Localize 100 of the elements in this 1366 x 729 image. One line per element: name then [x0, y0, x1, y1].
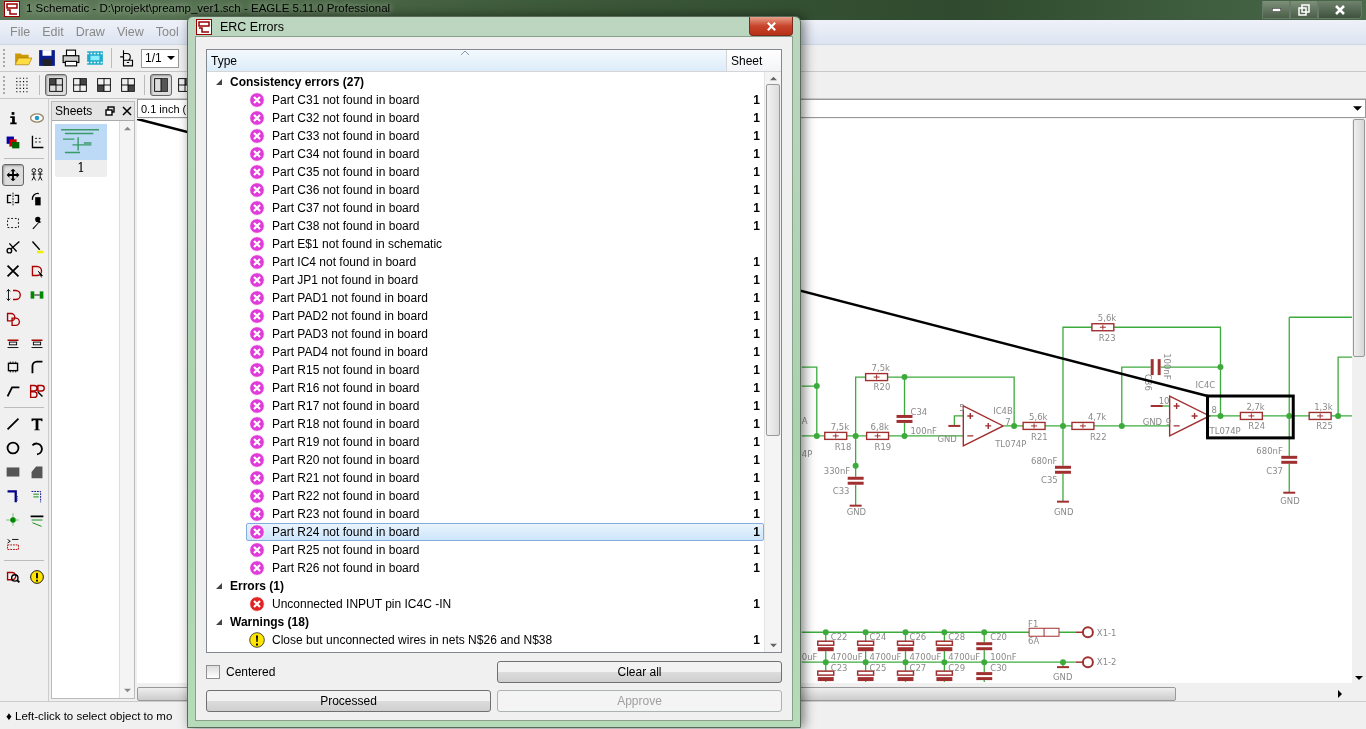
error-text: Part PAD2 not found in board: [272, 309, 428, 323]
error-text: Part C31 not found in board: [272, 93, 420, 107]
part-label: C33: [832, 485, 850, 496]
sheet-number: 1: [77, 160, 85, 177]
part-label: 5,6k: [1097, 313, 1117, 324]
part-label: IC4C: [1195, 380, 1216, 391]
part-label: 330nF: [823, 465, 851, 476]
sheet-number: 1: [753, 453, 760, 467]
part-label: GND: [846, 506, 867, 517]
part-label: TL074P: [1209, 425, 1241, 436]
part-label: C30: [990, 663, 1007, 674]
sheet-number: 1: [753, 543, 760, 557]
part-label: C34: [910, 406, 928, 417]
error-text: Part E$1 not found in schematic: [272, 237, 443, 251]
error-text: Part R22 not found in board: [272, 489, 420, 503]
error-text: Part R25 not found in board: [272, 543, 420, 557]
sheet-number: 1: [753, 93, 760, 107]
part-label: 4,7k: [1087, 411, 1107, 422]
error-text: Part R20 not found in board: [272, 453, 420, 467]
part-label: C23: [830, 663, 848, 674]
part-label: GND: [1053, 672, 1073, 683]
part-label: C35: [1041, 474, 1058, 485]
sheet-number: 1: [753, 219, 760, 233]
sheet-number: 1: [753, 255, 760, 269]
error-text: Part R15 not found in board: [272, 363, 420, 377]
error-text: Close but unconnected wires in nets N$26 and N$38: [272, 633, 553, 647]
part-label: 100nF: [910, 425, 937, 436]
error-text: Part PAD4 not found in board: [272, 345, 428, 359]
part-label: 6,8k: [870, 421, 889, 432]
part-label: 9: [1165, 416, 1172, 427]
sheet-number: 1: [753, 147, 760, 161]
part-label: A: [801, 415, 808, 426]
sheet-number: 1: [753, 327, 760, 341]
sheet-number: 1: [753, 363, 760, 377]
part-label: 7,5k: [871, 363, 890, 374]
part-label: 5,6k: [1029, 411, 1048, 422]
sheet-number: 1: [753, 507, 760, 521]
error-text: Part PAD3 not found in board: [272, 327, 428, 341]
part-label: C25: [869, 663, 887, 674]
part-label: 7,5k: [830, 421, 850, 432]
part-label: 680nF: [1031, 455, 1058, 466]
error-text: Part C38 not found in board: [272, 219, 420, 233]
sheet-number: 1: [753, 399, 760, 413]
part-label: R25: [1316, 420, 1333, 431]
part-label: C36: [1142, 374, 1153, 391]
part-label: R24: [1248, 420, 1266, 431]
part-label: C29: [948, 663, 966, 674]
sheet-number: 1: [753, 471, 760, 485]
sheet-number: 1: [753, 489, 760, 503]
error-text: Part C35 not found in board: [272, 165, 420, 179]
error-text: Part JP1 not found in board: [272, 273, 419, 287]
sheet-number: 1: [753, 381, 760, 395]
part-label: R20: [873, 382, 891, 393]
part-label: C28: [948, 632, 966, 643]
part-label: 4P: [801, 448, 813, 459]
part-label: 680nF: [1256, 445, 1283, 456]
part-label: R21: [1031, 431, 1048, 442]
sheet-number: 1: [753, 165, 760, 179]
sheet-number: 1: [753, 129, 760, 143]
part-label: R22: [1089, 431, 1107, 442]
part-label: X1-2: [1096, 657, 1117, 668]
error-text: Part C34 not found in board: [272, 147, 420, 161]
part-label: X1-1: [1096, 628, 1117, 639]
part-label: IC4B: [993, 405, 1013, 416]
error-text: Part C36 not found in board: [272, 183, 420, 197]
part-label: C37: [1266, 465, 1284, 476]
sheet-number: 1: [753, 345, 760, 359]
part-label: C22: [830, 632, 848, 643]
part-label: 4700uF: [909, 652, 942, 663]
sheet-number: 1: [753, 273, 760, 287]
part-label: R18: [834, 441, 852, 452]
group-label: Warnings (18): [230, 615, 309, 629]
error-text: Part C32 not found in board: [272, 111, 420, 125]
error-text: Part R19 not found in board: [272, 435, 420, 449]
part-label: C20: [990, 632, 1007, 643]
part-label: GND: [1280, 495, 1300, 506]
error-text: Unconnected INPUT pin IC4C -IN: [272, 597, 452, 611]
group-label: Consistency errors (27): [230, 75, 365, 89]
part-label: GND: [1054, 506, 1074, 517]
sheet-number: 1: [753, 561, 760, 575]
panel-title: Sheets: [55, 104, 93, 118]
dialog-title: ERC Errors: [220, 19, 284, 34]
part-label: C26: [909, 632, 927, 643]
error-text: Part R16 not found in board: [272, 381, 420, 395]
error-text: Part R24 not found in board: [272, 525, 420, 539]
sheet-number: 1: [753, 525, 760, 539]
part-label: 5: [959, 402, 965, 413]
sheet-number: 1: [753, 633, 760, 647]
part-label: F1: [1028, 619, 1039, 630]
error-text: Part IC4 not found in board: [272, 255, 417, 269]
error-text: Part R23 not found in board: [272, 507, 420, 521]
sheet-number: 1: [753, 417, 760, 431]
part-label: GND: [937, 433, 957, 444]
part-label: GND: [1142, 416, 1163, 427]
error-text: Part R17 not found in board: [272, 399, 420, 413]
part-label: 10: [1158, 396, 1170, 406]
part-label: 2,7k: [1246, 401, 1265, 412]
window-title: 1 Schematic - D:\projekt\preamp_ver1.sch - EAGLE 5.11.0 Professional: [26, 1, 391, 15]
part-label: 100nF: [1161, 353, 1172, 380]
part-label: C24: [869, 632, 887, 643]
